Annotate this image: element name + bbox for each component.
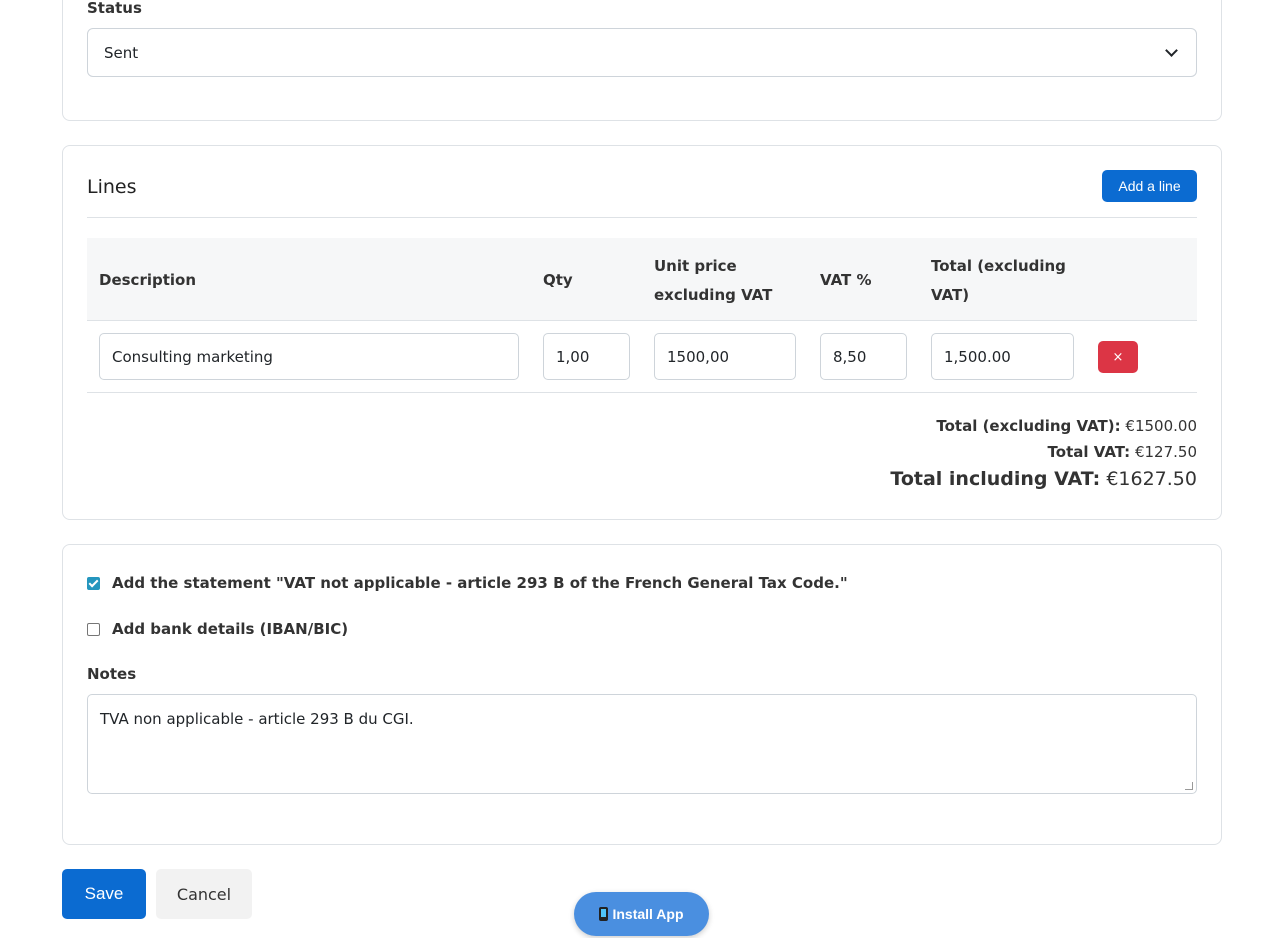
- qty-input[interactable]: 1,00: [543, 333, 630, 380]
- status-select-value: Sent: [104, 43, 139, 62]
- chevron-down-icon: [1165, 43, 1178, 57]
- vat-statement-label: Add the statement "VAT not applicable - …: [112, 574, 848, 592]
- column-header-unit-price-line1: Unit price: [654, 257, 737, 275]
- total-incl-vat-value: €1627.50: [1106, 468, 1197, 490]
- column-header-qty: Qty: [543, 271, 573, 289]
- column-header-total: Total (excluding VAT): [931, 252, 1066, 310]
- lines-table-header: Description Qty Unit price excluding VAT…: [87, 238, 1197, 321]
- bank-details-label: Add bank details (IBAN/BIC): [112, 620, 349, 638]
- lines-card: Lines Add a line Description Qty Unit pr…: [62, 145, 1222, 520]
- status-select[interactable]: Sent: [87, 28, 1197, 77]
- notes-label: Notes: [87, 665, 137, 683]
- column-header-unit-price: Unit price excluding VAT: [654, 252, 772, 310]
- add-line-button[interactable]: Add a line: [1102, 170, 1197, 202]
- line-total-input[interactable]: 1,500.00: [931, 333, 1074, 380]
- save-button[interactable]: Save: [62, 869, 146, 919]
- column-header-description: Description: [99, 271, 197, 289]
- vat-statement-option[interactable]: Add the statement "VAT not applicable - …: [87, 574, 848, 592]
- total-vat: Total VAT: €127.50: [1048, 443, 1197, 461]
- notes-textarea[interactable]: TVA non applicable - article 293 B du CG…: [87, 694, 1197, 794]
- column-header-total-line2: VAT): [931, 286, 970, 304]
- status-label: Status: [87, 0, 142, 17]
- bank-details-option[interactable]: Add bank details (IBAN/BIC): [87, 620, 348, 638]
- options-card: Add the statement "VAT not applicable - …: [62, 544, 1222, 845]
- vat-input[interactable]: 8,50: [820, 333, 907, 380]
- table-row: Consulting marketing 1,00 1500,00 8,50 1…: [87, 321, 1197, 393]
- column-header-total-line1: Total (excluding: [931, 257, 1066, 275]
- total-excl-vat: Total (excluding VAT): €1500.00: [936, 417, 1197, 435]
- install-app-label: Install App: [612, 906, 684, 922]
- total-incl-vat: Total including VAT: €1627.50: [890, 468, 1197, 490]
- total-vat-value: €127.50: [1134, 443, 1197, 461]
- total-vat-label: Total VAT:: [1047, 443, 1131, 461]
- column-header-unit-price-line2: excluding VAT: [654, 286, 773, 304]
- total-excl-vat-value: €1500.00: [1125, 417, 1197, 435]
- status-card: Status Sent: [62, 0, 1222, 121]
- delete-line-button[interactable]: ×: [1098, 341, 1138, 373]
- install-app-button[interactable]: Install App: [574, 892, 709, 936]
- total-excl-vat-label: Total (excluding VAT):: [936, 417, 1121, 435]
- lines-title: Lines: [87, 176, 137, 198]
- unit-price-input[interactable]: 1500,00: [654, 333, 796, 380]
- phone-icon: [599, 907, 609, 921]
- vat-statement-checkbox[interactable]: [87, 576, 100, 590]
- divider: [87, 217, 1197, 218]
- resize-handle-icon[interactable]: [1185, 782, 1193, 790]
- column-header-vat: VAT %: [820, 271, 872, 289]
- bank-details-checkbox[interactable]: [87, 622, 100, 636]
- notes-text: TVA non applicable - article 293 B du CG…: [100, 710, 414, 728]
- close-icon: ×: [1112, 349, 1124, 365]
- total-incl-vat-label: Total including VAT:: [890, 468, 1101, 490]
- cancel-button[interactable]: Cancel: [156, 869, 252, 919]
- description-input[interactable]: Consulting marketing: [99, 333, 519, 380]
